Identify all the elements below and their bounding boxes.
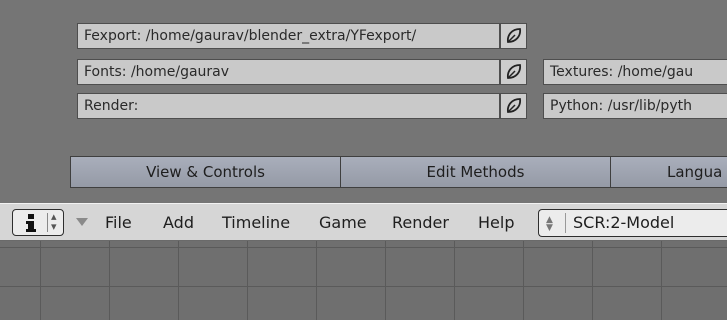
textures-path-field[interactable]: Textures: /home/gau [543, 59, 727, 85]
3d-viewport-grid[interactable] [0, 241, 727, 320]
menu-help[interactable]: Help [478, 211, 514, 235]
render-path-field[interactable]: Render: [77, 93, 500, 119]
preferences-tabs: View & Controls Edit Methods Langua [70, 156, 727, 188]
screen-selector[interactable]: ▲ ▼ SCR:2-Model [538, 209, 727, 237]
editor-type-selector[interactable]: ▴ ▾ [12, 209, 64, 236]
tab-view-controls[interactable]: View & Controls [70, 156, 341, 188]
fonts-browse-button[interactable] [500, 59, 527, 85]
collapse-menu-triangle-icon[interactable] [76, 218, 88, 226]
fonts-path-field[interactable]: Fonts: /home/gaurav [77, 59, 500, 85]
menu-add[interactable]: Add [163, 211, 194, 235]
tab-language[interactable]: Langua [610, 156, 727, 188]
info-icon [26, 214, 36, 232]
updown-arrows-icon: ▴ ▾ [51, 210, 57, 233]
folder-leaf-icon [506, 28, 521, 43]
separator [565, 213, 566, 233]
separator [47, 213, 48, 232]
fexport-browse-button[interactable] [500, 23, 527, 49]
render-browse-button[interactable] [500, 93, 527, 119]
menu-timeline[interactable]: Timeline [222, 211, 290, 235]
menu-file[interactable]: File [105, 211, 132, 235]
folder-leaf-icon [506, 98, 521, 113]
fexport-path-field[interactable]: Fexport: /home/gaurav/blender_extra/YFex… [77, 23, 500, 49]
python-path-field[interactable]: Python: /usr/lib/pyth [543, 93, 727, 119]
menu-render[interactable]: Render [392, 211, 449, 235]
menu-game[interactable]: Game [319, 211, 367, 235]
info-window-header: ▴ ▾ File Add Timeline Game Render Help ▲ ▼… [0, 203, 727, 241]
tab-edit-methods[interactable]: Edit Methods [340, 156, 611, 188]
screen-name[interactable]: SCR:2-Model [573, 212, 674, 234]
updown-arrows-icon: ▲ ▼ [546, 215, 553, 233]
user-preferences-panel: Fexport: /home/gaurav/blender_extra/YFex… [0, 0, 727, 203]
folder-leaf-icon [506, 64, 521, 79]
